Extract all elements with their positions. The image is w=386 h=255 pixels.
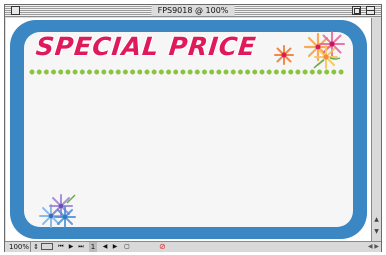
document-canvas[interactable]: SPECIAL PRICE	[6, 18, 371, 241]
next-spread-icon[interactable]: ▶	[111, 242, 119, 252]
flower-bouquet-top-icon	[303, 31, 345, 69]
next-page-icon[interactable]: ⏭	[77, 242, 85, 252]
scroll-down-icon[interactable]: ▼	[373, 228, 380, 235]
zoom-stepper-icon[interactable]: ⇕	[33, 242, 39, 252]
scroll-up-icon[interactable]: ▲	[373, 216, 380, 223]
vertical-scrollbar[interactable]: ▲ ▼	[371, 18, 381, 241]
dotted-divider	[29, 69, 345, 75]
status-bar: 100% ⇕ ⏮ ▶ ⏭ 1 ◀ ▶ ▢ ⊘ ◀ ▶	[5, 241, 381, 252]
prev-page-icon[interactable]: ▶	[67, 242, 75, 252]
zoom-level-field[interactable]: 100%	[7, 242, 31, 252]
flower-bouquet-bottom-icon	[39, 194, 76, 228]
page-number[interactable]: 1	[89, 242, 97, 252]
zoom-box-icon[interactable]	[352, 6, 361, 15]
star-flower-icon	[274, 45, 294, 65]
title-bar[interactable]: FPS9018 @ 100%	[5, 5, 381, 17]
window-title: FPS9018 @ 100%	[151, 5, 235, 16]
collapse-box-icon[interactable]	[366, 6, 375, 15]
document-window: FPS9018 @ 100% SPECIAL PRICE ▲ ▼ 100% ⇕ …	[4, 4, 382, 252]
prev-spread-icon[interactable]: ◀	[101, 242, 109, 252]
close-box-icon[interactable]	[11, 6, 20, 15]
first-page-icon[interactable]: ⏮	[57, 242, 65, 252]
horizontal-scroll-arrows[interactable]: ◀ ▶	[363, 242, 379, 252]
page-layout-icon[interactable]	[41, 243, 53, 250]
headline-text: SPECIAL PRICE	[34, 32, 258, 61]
no-entry-icon: ⊘	[159, 242, 166, 251]
page-view-icon[interactable]: ▢	[123, 242, 131, 252]
